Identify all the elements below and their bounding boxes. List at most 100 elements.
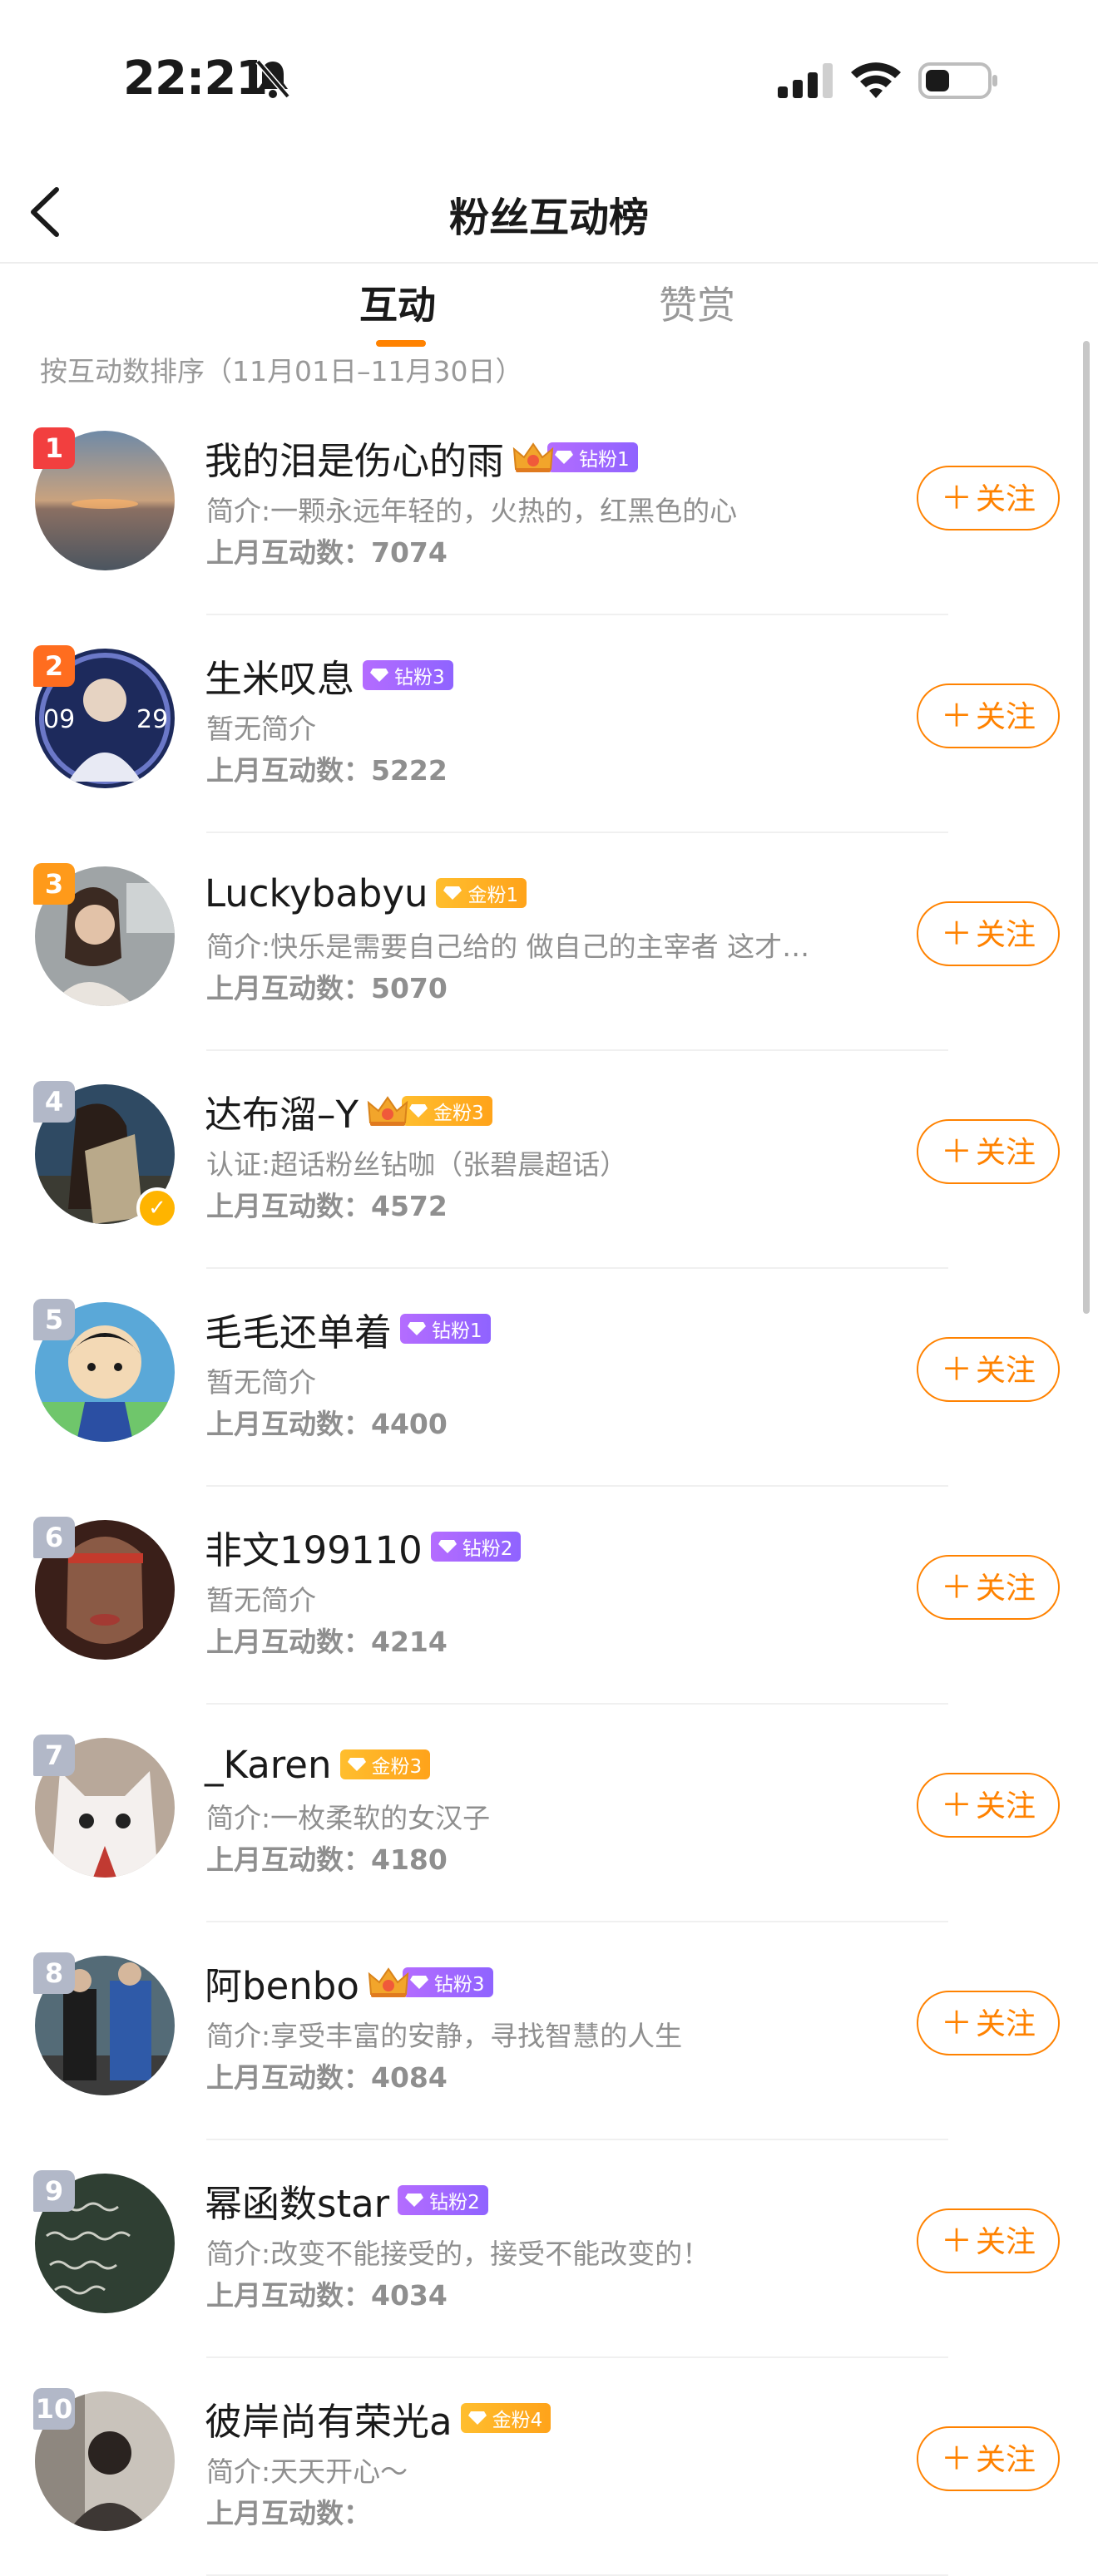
follow-button[interactable]: ＋关注 [917, 1555, 1060, 1620]
follow-button[interactable]: ＋关注 [917, 901, 1060, 966]
fan-row[interactable]: 2 09 29 生米叹息 钻粉3 暂无简介 上月互动数：5222 ＋关注 [0, 634, 1098, 833]
fan-name[interactable]: _Karen [205, 1743, 332, 1787]
fan-interaction-count: 上月互动数：4084 [206, 2061, 448, 2094]
follow-button[interactable]: ＋关注 [917, 1119, 1060, 1184]
rank-badge: 1 [33, 427, 75, 469]
sort-note: 按互动数排序（11月01日–11月30日） [40, 355, 523, 387]
fan-level-badge: 金粉3 [402, 1096, 492, 1126]
follow-button[interactable]: ＋关注 [917, 466, 1060, 530]
svg-text:09: 09 [43, 705, 75, 734]
fan-intro: 简介:改变不能接受的，接受不能改变的！ [206, 2238, 710, 2270]
fan-name[interactable]: 幂函数star [205, 2174, 389, 2228]
fan-name[interactable]: 我的泪是伤心的雨 [205, 431, 504, 485]
fan-level-label: 金粉3 [371, 1756, 423, 1778]
fan-intro: 简介:享受丰富的安静，寻找智慧的人生 [206, 2020, 683, 2052]
rank-badge: 6 [33, 1517, 75, 1558]
fan-level-label: 钻粉1 [579, 449, 630, 471]
rank-badge: 10 [33, 2388, 75, 2430]
tab-interaction[interactable]: 互动 [359, 275, 436, 330]
diamond-icon [404, 2193, 429, 2208]
fan-level-label: 钻粉3 [394, 667, 445, 688]
rank-badge: 8 [33, 1952, 75, 1994]
fan-name-line: _Karen 金粉3 [205, 1740, 431, 1789]
rank-badge: 5 [33, 1299, 75, 1340]
fan-level-label: 钻粉3 [433, 1974, 485, 1996]
fan-name[interactable]: 阿benbo [205, 1956, 359, 2010]
fan-row[interactable]: 10 彼岸尚有荣光a 金粉4 简介:天天开心～ 上月互动数： ＋关注 [0, 2376, 1098, 2576]
divider [206, 1485, 948, 1487]
fan-row[interactable]: 4 ✓ 达布溜–Y 金粉3 认证:超话粉丝钻咖（张碧晨超话） 上月互动数：4572 ＋关注 [0, 1069, 1098, 1269]
follow-label: 关注 [976, 1572, 1036, 1606]
nav-bar: 粉丝互动榜 [0, 158, 1098, 264]
fan-level-badge: 钻粉3 [363, 660, 453, 690]
gold-icon [443, 886, 467, 901]
fan-level-badge: 钻粉3 [402, 1967, 493, 1997]
scrollbar[interactable] [1083, 341, 1090, 1314]
fan-name-line: 生米叹息 钻粉3 [205, 649, 453, 703]
tab-active-indicator [376, 340, 426, 347]
fan-name[interactable]: 毛毛还单着 [205, 1302, 392, 1356]
gold-icon [347, 1757, 372, 1772]
fan-intro: 暂无简介 [206, 1366, 316, 1399]
follow-button[interactable]: ＋关注 [917, 2426, 1060, 2491]
follow-label: 关注 [976, 2007, 1036, 2041]
svg-text:29: 29 [136, 705, 168, 734]
signal-icon [778, 63, 833, 98]
fan-interaction-count: 上月互动数：4400 [206, 1408, 448, 1440]
follow-button[interactable]: ＋关注 [917, 683, 1060, 748]
follow-label: 关注 [976, 1354, 1036, 1388]
fan-name-line: 彼岸尚有荣光a 金粉4 [205, 2391, 551, 2445]
follow-button[interactable]: ＋关注 [917, 1337, 1060, 1402]
follow-label: 关注 [976, 2443, 1036, 2477]
fan-row[interactable]: 1 我的泪是伤心的雨 钻粉1 简介:一颗永远年轻的，火热的，红黑色的心 上月互动数：70… [0, 416, 1098, 615]
fan-name[interactable]: 彼岸尚有荣光a [205, 2391, 453, 2445]
divider [206, 2356, 948, 2358]
fan-name[interactable]: 非文199110 [205, 1520, 423, 1574]
fan-row[interactable]: 7 _Karen 金粉3 简介:一枚柔软的女汉子 上月互动数：4180 ＋关注 [0, 1723, 1098, 1922]
fan-level-label: 金粉3 [433, 1103, 484, 1124]
fan-name-line: 我的泪是伤心的雨 钻粉1 [205, 431, 638, 485]
rank-badge: 4 [33, 1081, 75, 1123]
fan-interaction-count: 上月互动数：4034 [206, 2279, 448, 2312]
fan-name[interactable]: Luckybabyu [205, 871, 428, 915]
fan-intro: 认证:超话粉丝钻咖（张碧晨超话） [206, 1148, 628, 1181]
fan-level-label: 钻粉2 [429, 2192, 480, 2213]
fan-row[interactable]: 9 幂函数star 钻粉2 简介:改变不能接受的，接受不能改变的！ 上月互动数：4034… [0, 2159, 1098, 2358]
fan-name[interactable]: 达布溜–Y [205, 1084, 359, 1138]
wifi-icon [851, 62, 901, 98]
fan-level-badge: 钻粉2 [398, 2185, 488, 2215]
fan-intro: 简介:一颗永远年轻的，火热的，红黑色的心 [206, 495, 738, 527]
tab-bar: 互动 赞赏 [0, 262, 1098, 347]
status-bar: 22:21 [0, 0, 1098, 158]
fan-interaction-count: 上月互动数：4572 [206, 1190, 448, 1222]
plus-icon: ＋ [940, 1569, 972, 1606]
diamond-icon [438, 1539, 462, 1554]
crown-icon [368, 1966, 409, 1999]
follow-label: 关注 [976, 1789, 1036, 1823]
crown-icon [512, 441, 554, 474]
rank-badge: 9 [33, 2170, 75, 2212]
divider [206, 2139, 948, 2140]
fan-row[interactable]: 3 Luckybabyu 金粉1 简介:快乐是需要自己给的 做自己的主宰者 这才… 上月… [0, 851, 1098, 1051]
plus-icon: ＋ [940, 480, 972, 516]
follow-button[interactable]: ＋关注 [917, 2208, 1060, 2273]
fan-intro: 简介:快乐是需要自己给的 做自己的主宰者 这才… [206, 930, 810, 963]
fan-name[interactable]: 生米叹息 [205, 649, 354, 703]
fan-name-line: 幂函数star 钻粉2 [205, 2174, 488, 2228]
fan-row[interactable]: 5 毛毛还单着 钻粉1 暂无简介上月互动数：4400 ＋关注 [0, 1287, 1098, 1487]
follow-button[interactable]: ＋关注 [917, 1773, 1060, 1838]
fan-level-badge: 钻粉2 [430, 1532, 522, 1562]
status-time: 22:21 [123, 52, 268, 106]
fan-level-badge: 钻粉1 [400, 1314, 491, 1344]
plus-icon: ＋ [940, 2440, 972, 2477]
fan-row[interactable]: 6 非文199110 钻粉2 暂无简介 上月互动数：4214 ＋关注 [0, 1505, 1098, 1705]
battery-icon [918, 62, 997, 99]
tab-reward[interactable]: 赞赏 [659, 275, 735, 330]
follow-button[interactable]: ＋关注 [917, 1991, 1060, 2055]
diamond-icon [409, 1975, 434, 1990]
fan-row[interactable]: 8 阿benbo 钻粉3 简介:享受丰富的安静，寻找智慧的人生 上月互动数：4084 ＋关… [0, 1941, 1098, 2140]
fan-interaction-count: 上月互动数：5070 [206, 972, 448, 1004]
crown-icon [367, 1094, 408, 1128]
fan-intro: 暂无简介 [206, 1584, 316, 1616]
fan-level-badge: 钻粉1 [547, 442, 638, 472]
